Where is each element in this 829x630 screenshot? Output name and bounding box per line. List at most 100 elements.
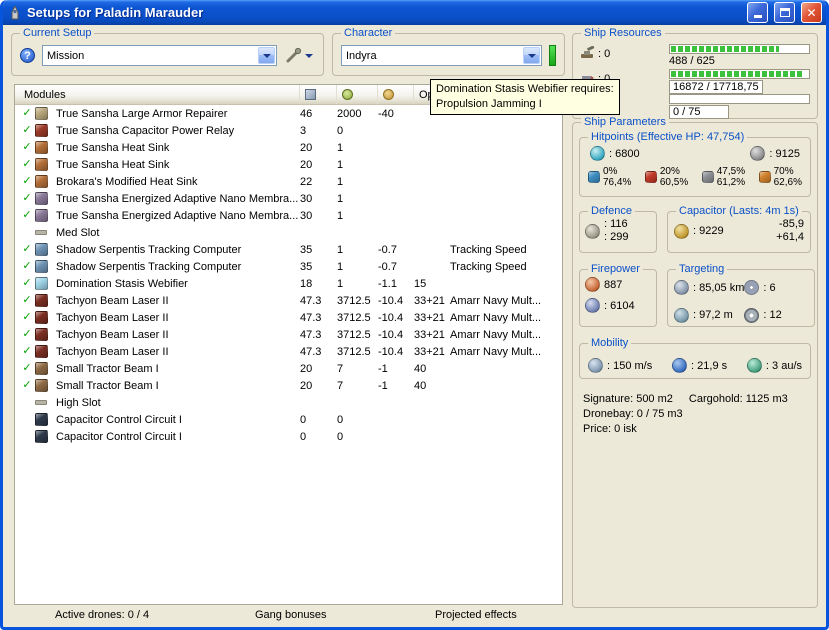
- module-cap-use: -10.4: [378, 345, 404, 358]
- shield-resist-value: 70%: [773, 166, 794, 177]
- modules-column-header[interactable]: Modules: [15, 85, 300, 104]
- module-charge: Tracking Speed: [450, 243, 527, 256]
- fitted-check-icon: ✓: [22, 107, 32, 119]
- module-row[interactable]: ✓ Brokara's Modified Heat Sink 22 1: [15, 173, 562, 190]
- mobility-label: Mobility: [588, 336, 632, 350]
- module-row[interactable]: Med Slot: [15, 224, 562, 241]
- module-row[interactable]: ✓ Tachyon Beam Laser II 47.3 3712.5 -10.4 33+…: [15, 343, 562, 360]
- module-row[interactable]: ✓ Shadow Serpentis Tracking Computer 35 1 -0…: [15, 258, 562, 275]
- character-select[interactable]: Indyra: [341, 45, 542, 66]
- module-row[interactable]: ✓ Small Tractor Beam I 20 7 -1 40: [15, 377, 562, 394]
- module-name: Capacitor Control Circuit I: [56, 430, 182, 443]
- module-cpu: 35: [300, 243, 313, 256]
- powergrid-icon: [342, 89, 353, 100]
- targeting-label: Targeting: [676, 262, 728, 276]
- module-icon: [35, 362, 48, 375]
- module-icon: [35, 141, 48, 154]
- module-cap-use: -0.7: [378, 243, 397, 256]
- slot-tool-icon: [35, 230, 47, 235]
- module-row[interactable]: ✓ True Sansha Heat Sink 20 1: [15, 156, 562, 173]
- module-row[interactable]: Capacitor Control Circuit I 0 0: [15, 411, 562, 428]
- module-powergrid: 7: [337, 362, 344, 375]
- maximize-icon: [779, 8, 790, 17]
- fitted-check-icon: ✓: [22, 379, 32, 391]
- resource-value: 0 / 75: [669, 105, 729, 119]
- module-row[interactable]: ✓ True Sansha Energized Adaptive Nano Mem…: [15, 190, 562, 207]
- module-row[interactable]: ✓ Domination Stasis Webifier 18 1 -1.1 15: [15, 275, 562, 292]
- module-cpu: 18: [300, 277, 313, 290]
- module-cpu: 47.3: [300, 328, 322, 341]
- tooltip-line2: Propulsion Jamming I: [436, 98, 542, 110]
- armor-resist-value: 60,5%: [659, 177, 689, 188]
- resource-value: 488 / 625: [669, 55, 715, 67]
- module-cpu: 47.3: [300, 311, 322, 324]
- resist-cell: 20% 60,5%: [644, 166, 689, 188]
- module-row[interactable]: ✓ Tachyon Beam Laser II 47.3 3712.5 -10.4 33+…: [15, 326, 562, 343]
- firepower-label: Firepower: [588, 262, 643, 276]
- firepower-group: Firepower 887 : 6104: [579, 262, 657, 327]
- cargohold-value: Cargohold: 1125 m3: [688, 393, 788, 405]
- module-powergrid: 3712.5: [337, 294, 371, 307]
- module-powergrid: 1: [337, 175, 344, 188]
- module-name: Small Tractor Beam I: [56, 379, 159, 392]
- gang-bonuses-section[interactable]: Gang bonuses: [255, 609, 327, 621]
- module-cpu: 3: [300, 124, 307, 137]
- module-optimal: 40: [414, 362, 427, 375]
- turret-hardpoint-icon: [580, 45, 595, 62]
- cpu-column-header[interactable]: [300, 85, 337, 104]
- module-icon: [35, 311, 48, 324]
- max-velocity-value: : 150 m/s: [607, 359, 653, 372]
- character-select-value: Indyra: [346, 49, 377, 62]
- hitpoints-group: Hitpoints (Effective HP: 47,754) : 6800 …: [579, 130, 811, 197]
- minimize-icon: [753, 15, 762, 18]
- scan-resolution-icon: [674, 307, 689, 323]
- powergrid-column-header[interactable]: [337, 85, 378, 104]
- setup-select[interactable]: Mission: [42, 45, 277, 66]
- module-cap-use: -1.1: [378, 277, 397, 290]
- close-button[interactable]: ✕: [801, 2, 822, 23]
- dropdown-arrow-icon[interactable]: [258, 47, 275, 64]
- module-name: Capacitor Control Circuit I: [56, 413, 182, 426]
- sensor-strength-value: : 12: [763, 309, 782, 322]
- module-charge: Amarr Navy Mult...: [450, 328, 542, 341]
- fitted-check-icon: ✓: [22, 243, 32, 255]
- capacitor-column-header[interactable]: [378, 85, 414, 104]
- active-drones-section[interactable]: Active drones: 0 / 4: [55, 609, 149, 621]
- module-row[interactable]: ✓ Tachyon Beam Laser II 47.3 3712.5 -10.4 33+…: [15, 292, 562, 309]
- resource-count-cell: : 0: [580, 44, 664, 62]
- module-powergrid: 1: [337, 260, 344, 273]
- module-charge: Amarr Navy Mult...: [450, 294, 542, 307]
- tooltip-line1: Domination Stasis Webifier requires:: [436, 83, 614, 95]
- setup-tools-button[interactable]: [284, 47, 315, 64]
- dropdown-arrow-icon[interactable]: [523, 47, 540, 64]
- module-row[interactable]: ✓ True Sansha Energized Adaptive Nano Mem…: [15, 207, 562, 224]
- max-velocity-icon: [588, 358, 603, 373]
- module-cpu: 47.3: [300, 345, 322, 358]
- explosive-resist-icon: [758, 171, 771, 183]
- module-row[interactable]: High Slot: [15, 394, 562, 411]
- module-icon: [35, 209, 48, 222]
- module-powergrid: 0: [337, 413, 344, 426]
- module-name: True Sansha Energized Adaptive Nano Memb…: [56, 209, 299, 222]
- fitted-check-icon: ✓: [22, 260, 32, 272]
- module-row[interactable]: ✓ True Sansha Heat Sink 20 1: [15, 139, 562, 156]
- module-icon: [35, 107, 48, 120]
- module-row[interactable]: ✓ Tachyon Beam Laser II 47.3 3712.5 -10.4 33+…: [15, 309, 562, 326]
- projected-effects-section[interactable]: Projected effects: [435, 609, 517, 621]
- module-row[interactable]: ✓ Small Tractor Beam I 20 7 -1 40: [15, 360, 562, 377]
- module-row[interactable]: ✓ True Sansha Capacitor Power Relay 3 0: [15, 122, 562, 139]
- module-name: Small Tractor Beam I: [56, 362, 159, 375]
- minimize-button[interactable]: [747, 2, 768, 23]
- chevron-down-icon: [305, 53, 313, 58]
- module-row[interactable]: Capacitor Control Circuit I 0 0: [15, 428, 562, 445]
- module-row[interactable]: ✓ Shadow Serpentis Tracking Computer 35 1 -0…: [15, 241, 562, 258]
- help-icon[interactable]: ?: [20, 48, 35, 63]
- resource-bar: [669, 69, 810, 79]
- align-time-value: : 21,9 s: [691, 359, 728, 372]
- maximize-button[interactable]: [774, 2, 795, 23]
- titlebar[interactable]: Setups for Paladin Marauder ✕: [3, 0, 826, 25]
- module-name: True Sansha Heat Sink: [56, 141, 170, 154]
- module-cpu: 20: [300, 158, 313, 171]
- capacitor-usage-value: -85,9: [778, 218, 804, 230]
- module-cap-use: -1: [378, 379, 388, 392]
